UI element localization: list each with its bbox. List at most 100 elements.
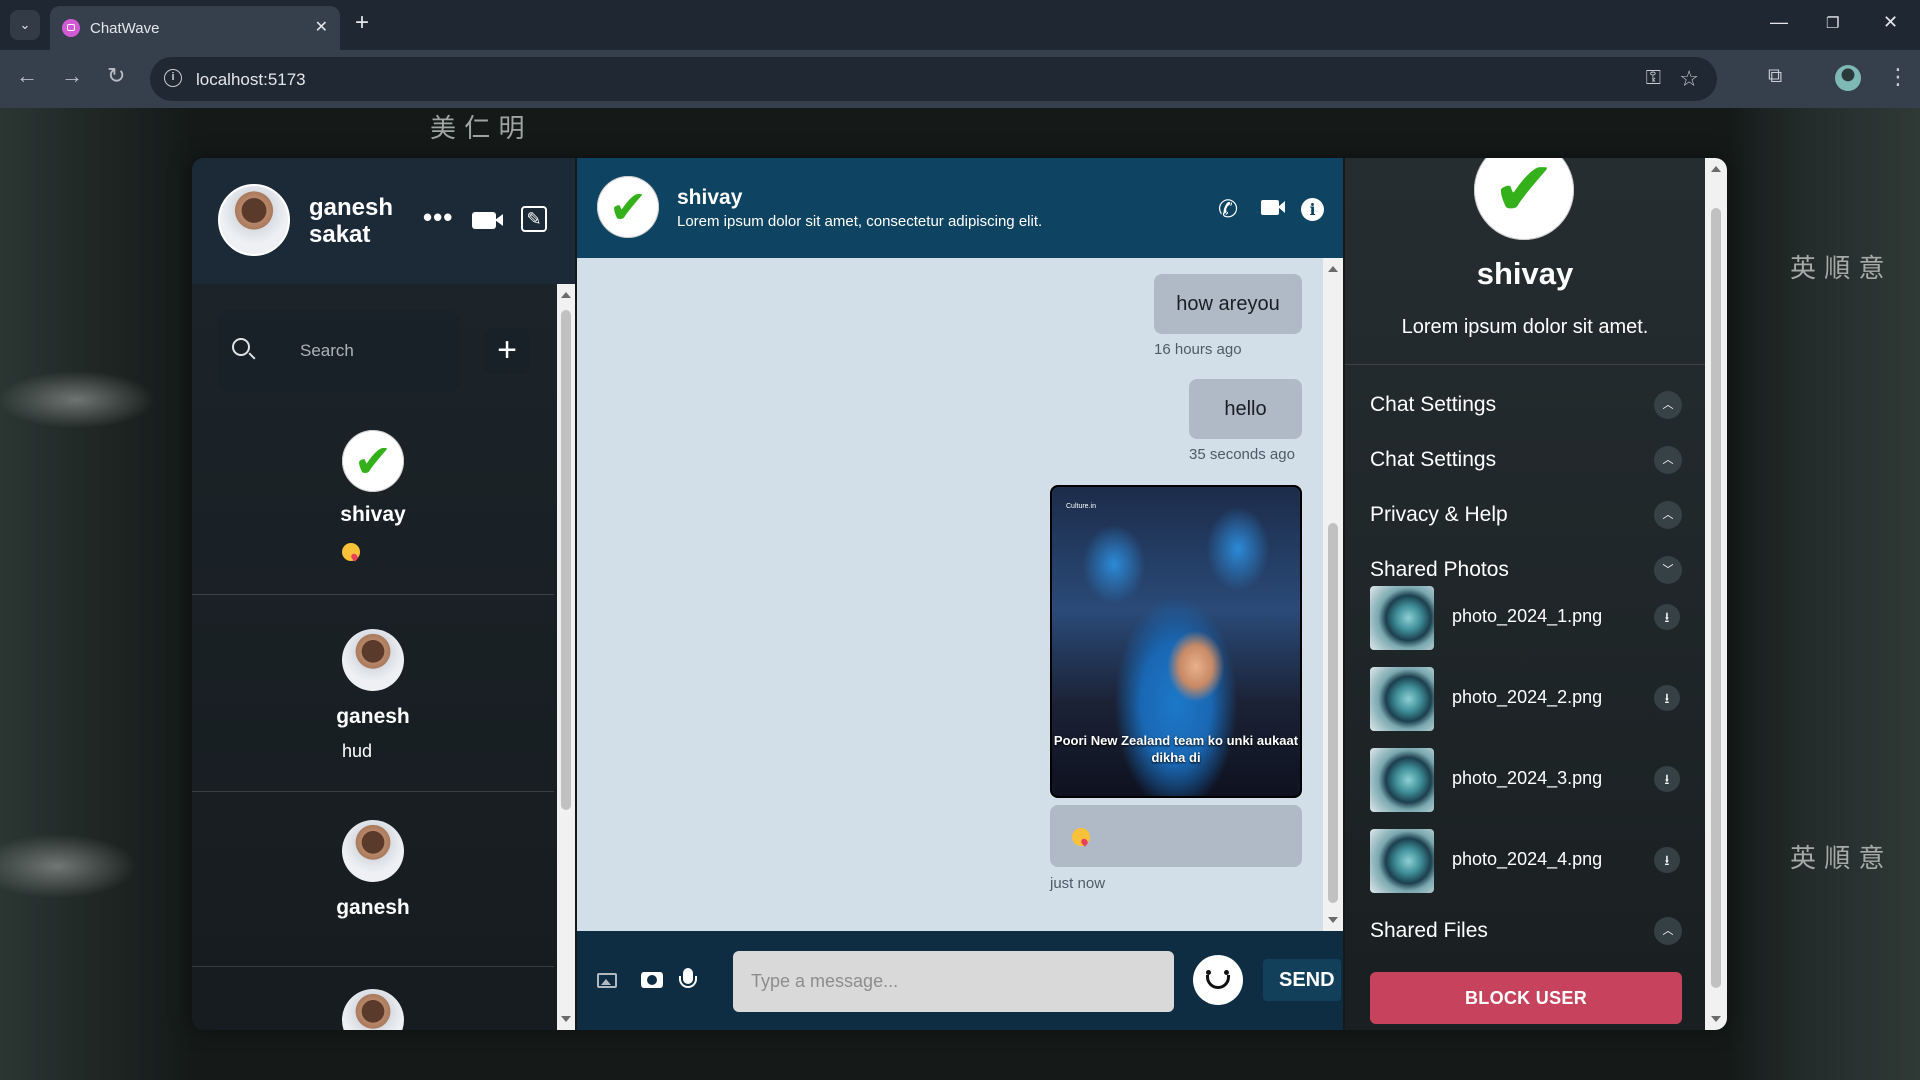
microphone-icon[interactable] [679, 968, 697, 988]
background-sign: 英 順 意 [1790, 254, 1885, 284]
details-panel: shivay Lorem ipsum dolor sit amet. Chat … [1345, 158, 1705, 1030]
camera-icon[interactable] [641, 972, 663, 988]
message-bubble [1050, 805, 1302, 867]
extensions-icon[interactable]: ⧉ [1768, 65, 1782, 88]
photo-name: photo_2024_2.png [1452, 687, 1603, 707]
profile-avatar-icon[interactable] [1835, 65, 1861, 91]
url-text[interactable]: localhost:5173 [196, 70, 306, 90]
photo-name: photo_2024_3.png [1452, 768, 1603, 788]
download-icon[interactable]: ⭳ [1654, 766, 1680, 792]
my-name: ganesh sakat [309, 194, 394, 248]
shared-photo-item[interactable]: photo_2024_4.png ⭳ [1370, 829, 1690, 893]
chevron-up-icon[interactable]: ︿ [1654, 917, 1682, 945]
photo-name: photo_2024_1.png [1452, 606, 1603, 626]
minimize-icon[interactable]: — [1770, 12, 1788, 33]
kiss-emoji-icon [342, 543, 360, 562]
scroll-up-icon[interactable] [1711, 166, 1721, 172]
scroll-down-icon[interactable] [1328, 917, 1338, 923]
shared-photo-item[interactable]: photo_2024_2.png ⭳ [1370, 667, 1690, 731]
chat-header: shivay Lorem ipsum dolor sit amet, conse… [577, 158, 1343, 258]
contact-item[interactable]: ganesh [192, 792, 554, 967]
bookmark-star-icon[interactable]: ☆ [1679, 66, 1699, 92]
image-message[interactable]: Culture.in Poori New Zealand team ko unk… [1050, 485, 1302, 798]
contacts-panel: ganesh sakat ••• ✎ + shivay ganesh hud g… [192, 158, 575, 1030]
download-icon[interactable]: ⭳ [1654, 685, 1680, 711]
scroll-thumb[interactable] [1328, 523, 1338, 903]
close-tab-icon[interactable]: ✕ [315, 17, 328, 37]
section-privacy-help[interactable]: Privacy & Help [1370, 503, 1508, 527]
chatwave-favicon-icon [62, 19, 80, 37]
details-scrollbar[interactable] [1705, 158, 1727, 1030]
search-icon [232, 338, 250, 356]
section-chat-settings[interactable]: Chat Settings [1370, 448, 1496, 472]
contact-item[interactable] [192, 967, 554, 1030]
reload-icon[interactable]: ↻ [107, 65, 125, 87]
back-icon[interactable]: ← [16, 65, 38, 87]
download-icon[interactable]: ⭳ [1654, 604, 1680, 630]
photo-thumbnail [1370, 748, 1434, 812]
chevron-up-icon[interactable]: ︿ [1654, 391, 1682, 419]
message-list: how areyou 16 hours ago hello 35 seconds… [577, 258, 1323, 931]
download-icon[interactable]: ⭳ [1654, 847, 1680, 873]
contact-item[interactable]: shivay [192, 398, 554, 595]
scroll-up-icon[interactable] [1328, 266, 1338, 272]
chevron-down-icon[interactable]: ﹀ [1654, 556, 1682, 584]
image-caption: Poori New Zealand team ko unki aukaat di… [1053, 733, 1299, 765]
shared-photo-item[interactable]: photo_2024_3.png ⭳ [1370, 748, 1690, 812]
contact-name: ganesh [336, 705, 410, 728]
chevron-up-icon[interactable]: ︿ [1654, 501, 1682, 529]
scroll-down-icon[interactable] [561, 1016, 571, 1022]
chat-app: ganesh sakat ••• ✎ + shivay ganesh hud g… [192, 158, 1727, 1030]
browser-tab[interactable]: ChatWave ✕ [50, 6, 340, 50]
message-bubble: how areyou [1154, 274, 1302, 334]
tab-search-icon[interactable]: ⌄ [10, 10, 40, 40]
scroll-up-icon[interactable] [561, 292, 571, 298]
new-tab-icon[interactable]: + [355, 11, 369, 35]
details-name: shivay [1476, 256, 1574, 291]
chat-contact-status: Lorem ipsum dolor sit amet, consectetur … [677, 213, 1043, 230]
browser-menu-icon[interactable]: ⋮ [1887, 64, 1909, 90]
chat-panel: shivay Lorem ipsum dolor sit amet, conse… [577, 158, 1343, 1030]
window-close-icon[interactable]: ✕ [1883, 12, 1898, 33]
edit-icon[interactable]: ✎ [521, 206, 547, 232]
address-bar[interactable]: i localhost:5173 ⚿ ☆ [150, 57, 1717, 101]
search-input[interactable] [298, 340, 452, 362]
password-key-icon[interactable]: ⚿ [1646, 67, 1661, 90]
message-input[interactable] [733, 951, 1174, 1012]
message-composer: SEND [577, 931, 1343, 1030]
send-button[interactable]: SEND [1263, 959, 1341, 1001]
image-watermark: Culture.in [1066, 503, 1096, 510]
video-call-icon[interactable] [472, 212, 503, 229]
forward-icon[interactable]: → [61, 65, 83, 87]
shared-photo-item[interactable]: photo_2024_1.png ⭳ [1370, 586, 1690, 650]
restore-icon[interactable]: ❐ [1826, 14, 1839, 32]
browser-toolbar: ← → ↻ i localhost:5173 ⚿ ☆ ⧉ ⋮ [0, 50, 1920, 108]
contacts-scrollbar[interactable] [557, 284, 575, 1030]
info-icon[interactable]: i [1301, 198, 1324, 221]
kiss-emoji-icon [1072, 828, 1090, 846]
more-options-icon[interactable]: ••• [423, 202, 453, 233]
video-icon[interactable] [1261, 200, 1285, 215]
check-avatar-icon [342, 430, 404, 492]
emoji-picker-icon[interactable] [1193, 955, 1243, 1005]
photo-thumbnail [1370, 586, 1434, 650]
phone-icon[interactable]: ✆ [1218, 195, 1238, 224]
section-chat-settings[interactable]: Chat Settings [1370, 393, 1496, 417]
last-message [342, 541, 360, 562]
contact-item[interactable]: ganesh hud [192, 595, 554, 792]
scroll-thumb[interactable] [1711, 208, 1721, 988]
check-avatar-icon[interactable] [597, 176, 659, 238]
contact-name: ganesh [336, 896, 410, 919]
chevron-up-icon[interactable]: ︿ [1654, 446, 1682, 474]
section-shared-files[interactable]: Shared Files [1370, 919, 1488, 943]
image-upload-icon[interactable] [597, 973, 617, 988]
messages-scrollbar[interactable] [1323, 258, 1343, 931]
scroll-thumb[interactable] [561, 310, 571, 810]
section-shared-photos[interactable]: Shared Photos [1370, 558, 1509, 582]
add-contact-button[interactable]: + [484, 328, 530, 374]
message-bubble: hello [1189, 379, 1302, 439]
site-info-icon[interactable]: i [164, 69, 182, 87]
my-avatar[interactable] [218, 184, 290, 256]
scroll-down-icon[interactable] [1711, 1016, 1721, 1022]
block-user-button[interactable]: BLOCK USER [1370, 972, 1682, 1024]
